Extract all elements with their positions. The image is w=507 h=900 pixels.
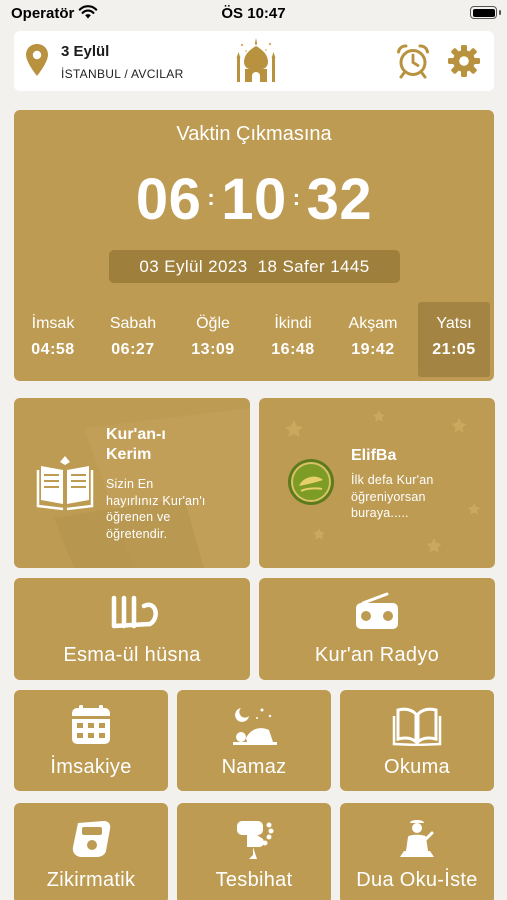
header-date[interactable]: 3 Eylül <box>61 43 109 60</box>
prayer-name: Öğle <box>196 315 230 332</box>
quran-desc-line: Sizin En <box>106 477 154 491</box>
elifba-title: ElifBa <box>351 447 397 464</box>
quran-desc-line: öğretendir. <box>106 526 168 541</box>
prayer-aksam[interactable]: Akşam 19:42 <box>337 302 409 377</box>
elifba-desc-line: buraya..... <box>351 506 409 520</box>
praying-person-icon <box>233 708 277 745</box>
calendar-icon <box>72 705 110 744</box>
prayer-time: 19:42 <box>351 341 395 358</box>
countdown-title: Vaktin Çıkmasına <box>176 123 332 145</box>
prayer-yatsi[interactable]: Yatsı 21:05 <box>418 302 490 377</box>
quran-card[interactable]: Kur'an-ı Kerim Sizin En hayırlınız Kur'a… <box>14 398 250 568</box>
open-book-icon <box>392 707 442 746</box>
prayer-beads-icon <box>237 821 274 859</box>
esma-ul-husna-button[interactable]: Esma-ül hüsna <box>14 578 250 680</box>
dua-button[interactable]: Dua Oku-İste <box>340 803 494 900</box>
zikirmatik-button[interactable]: Zikirmatik <box>14 803 168 900</box>
esma-label: Esma-ül hüsna <box>63 644 201 666</box>
imsakiye-label: İmsakiye <box>50 756 132 778</box>
prayer-name: İkindi <box>274 315 312 332</box>
date-pill: 03 Eylül 2023 18 Safer 1445 <box>109 250 400 283</box>
quran-desc-line: hayırlınız Kur'an'ı <box>106 493 206 508</box>
prayer-time: 13:09 <box>191 341 235 358</box>
prayer-ogle[interactable]: Öğle 13:09 <box>177 302 249 377</box>
quran-emblem-icon <box>288 459 334 505</box>
timer-separator: : <box>207 185 216 210</box>
elifba-card[interactable]: ElifBa İlk defa Kur'an öğreniyorsan bura… <box>259 398 495 568</box>
quran-book-icon <box>36 456 94 511</box>
praying-man-icon <box>400 820 434 857</box>
countdown-minutes: 10 <box>221 167 287 232</box>
gregorian-date: 03 Eylül 2023 <box>139 257 248 276</box>
namaz-button[interactable]: Namaz <box>177 690 331 791</box>
dua-label: Dua Oku-İste <box>356 869 478 891</box>
imsakiye-button[interactable]: İmsakiye <box>14 690 168 791</box>
prayer-name: İmsak <box>31 315 75 332</box>
prayer-time: 16:48 <box>271 341 315 358</box>
prayer-time: 06:27 <box>111 341 155 358</box>
radio-icon <box>356 592 398 629</box>
quran-title-line: Kur'an-ı <box>106 426 166 443</box>
quran-title: Kur'an-ı Kerim <box>106 425 166 465</box>
quran-title-line: Kerim <box>106 446 152 463</box>
header-location[interactable]: İSTANBUL / AVCILAR <box>61 67 184 81</box>
quran-description: Sizin En hayırlınız Kur'an'ı öğrenen ve … <box>106 476 206 542</box>
elifba-desc-line: İlk defa Kur'an <box>351 473 434 487</box>
tasbih-counter-icon <box>72 821 111 857</box>
tesbihat-button[interactable]: Tesbihat <box>177 803 331 900</box>
battery-icon <box>470 6 501 19</box>
prayer-countdown-card: Vaktin Çıkmasına 06:10:32 03 Eylül 2023 1… <box>14 110 494 381</box>
okuma-button[interactable]: Okuma <box>340 690 494 791</box>
prayer-imsak[interactable]: İmsak 04:58 <box>17 302 89 377</box>
gear-icon[interactable] <box>447 44 481 78</box>
tesbihat-label: Tesbihat <box>215 869 293 891</box>
quran-radio-button[interactable]: Kur'an Radyo <box>259 578 495 680</box>
namaz-label: Namaz <box>221 756 287 778</box>
prayer-time: 04:58 <box>31 341 75 358</box>
status-bar: Operatör ÖS 10:47 <box>0 0 507 28</box>
radio-label: Kur'an Radyo <box>314 644 440 666</box>
countdown-seconds: 32 <box>306 167 373 232</box>
mosque-icon <box>236 38 276 82</box>
location-pin-icon[interactable] <box>25 43 49 77</box>
alarm-clock-icon[interactable] <box>395 43 431 79</box>
elifba-desc-line: öğreniyorsan <box>351 489 426 504</box>
prayer-sabah[interactable]: Sabah 06:27 <box>97 302 169 377</box>
countdown-timer: 06:10:32 <box>14 166 494 236</box>
location-header: 3 Eylül İSTANBUL / AVCILAR <box>14 31 494 91</box>
prayer-ikindi[interactable]: İkindi 16:48 <box>257 302 329 377</box>
prayer-times-row: İmsak 04:58 Sabah 06:27 Öğle 13:09 İkind… <box>14 302 494 377</box>
timer-separator: : <box>292 185 301 210</box>
countdown-hours: 06 <box>135 167 202 232</box>
prayer-name: Akşam <box>348 315 398 332</box>
allah-calligraphy-icon <box>111 595 158 629</box>
clock: ÖS 10:47 <box>221 5 286 22</box>
prayer-name: Yatsı <box>436 315 472 332</box>
prayer-name: Sabah <box>109 315 157 332</box>
zikirmatik-label: Zikirmatik <box>46 869 136 891</box>
prayer-time: 21:05 <box>432 341 476 358</box>
elifba-description: İlk defa Kur'an öğreniyorsan buraya..... <box>351 472 434 522</box>
hijri-date: 18 Safer 1445 <box>257 257 370 276</box>
quran-desc-line: öğrenen ve <box>106 510 171 524</box>
okuma-label: Okuma <box>384 756 450 778</box>
